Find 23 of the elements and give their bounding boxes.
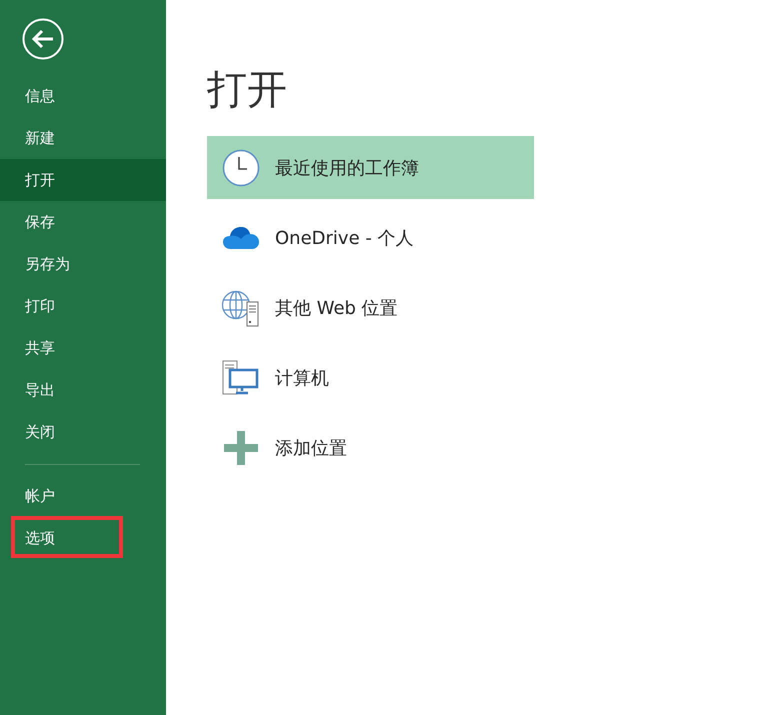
menu-item[interactable]: 信息 <box>0 75 166 117</box>
menu-item[interactable]: 导出 <box>0 369 166 411</box>
cloud-icon <box>222 224 260 250</box>
page-title: 打开 <box>207 66 288 115</box>
menu-item[interactable]: 打印 <box>0 285 166 327</box>
globe-server-icon <box>221 288 261 326</box>
menu-item[interactable]: 共享 <box>0 327 166 369</box>
location-item[interactable]: 其他 Web 位置 <box>207 276 534 339</box>
menu-item[interactable]: 打开 <box>0 159 166 201</box>
menu-item[interactable]: 帐户 <box>0 475 166 517</box>
location-item[interactable]: 计算机 <box>207 346 534 409</box>
menu-item[interactable]: 新建 <box>0 117 166 159</box>
menu-item[interactable]: 另存为 <box>0 243 166 285</box>
menu-item[interactable]: 保存 <box>0 201 166 243</box>
location-item[interactable]: OneDrive - 个人 <box>207 206 534 269</box>
location-item[interactable]: 最近使用的工作簿 <box>207 136 534 199</box>
plus-icon <box>224 430 258 464</box>
computer-icon <box>222 360 260 396</box>
back-button[interactable] <box>22 18 64 60</box>
menu-item[interactable]: 关闭 <box>0 411 166 453</box>
location-item[interactable]: 添加位置 <box>207 416 534 479</box>
menu-item[interactable]: 选项 <box>0 517 166 559</box>
clock-icon <box>222 148 260 186</box>
